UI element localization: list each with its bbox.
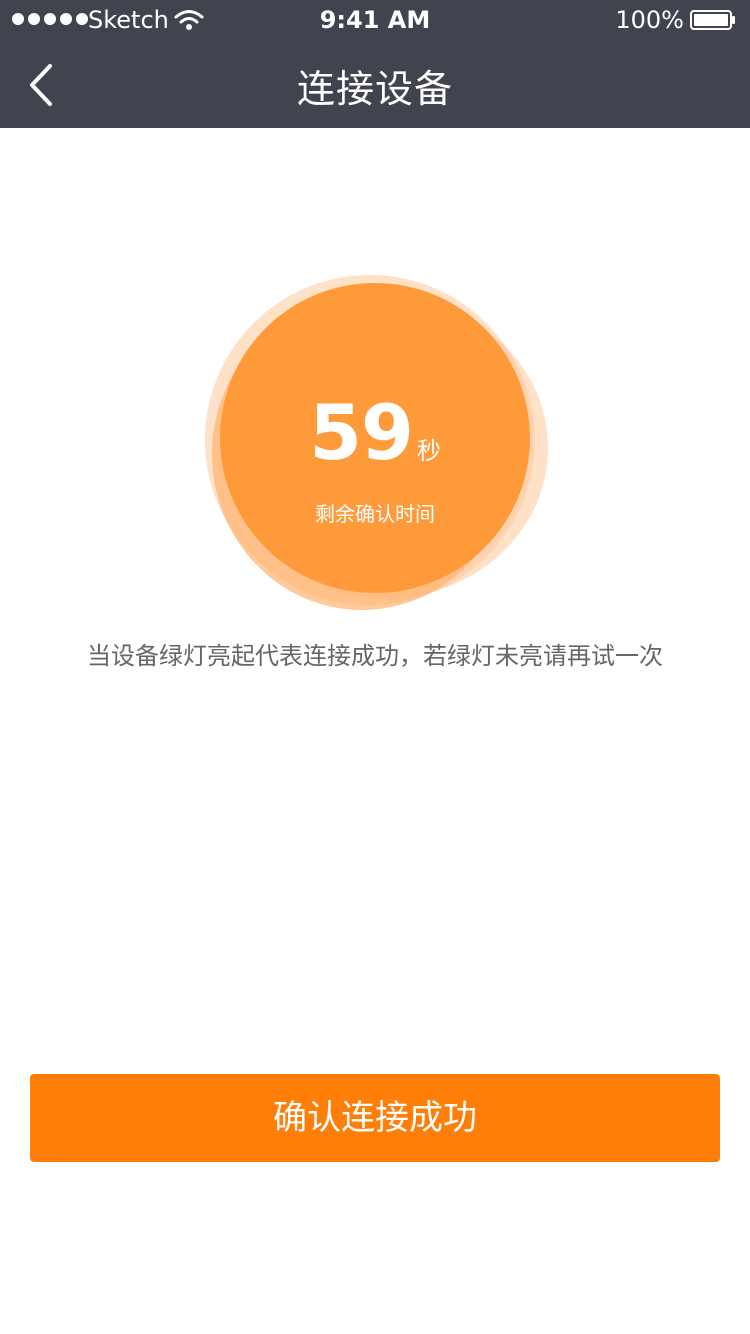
page-title: 连接设备 <box>296 67 453 111</box>
countdown-unit: 秒 <box>416 437 441 465</box>
connection-hint: 当设备绿灯亮起代表连接成功，若绿灯未亮请再试一次 <box>87 642 663 670</box>
countdown-value: 59 <box>309 388 414 477</box>
app-header: Sketch 9:41 AM 100% 连接设备 <box>0 0 750 128</box>
countdown-label: 剩余确认时间 <box>315 502 435 526</box>
battery-percentage: 100% <box>615 6 684 34</box>
battery-icon <box>690 10 735 30</box>
status-bar: Sketch 9:41 AM 100% <box>0 0 750 40</box>
countdown-display: 59 秒 <box>0 388 750 477</box>
confirm-connection-button[interactable]: 确认连接成功 <box>30 1074 720 1162</box>
